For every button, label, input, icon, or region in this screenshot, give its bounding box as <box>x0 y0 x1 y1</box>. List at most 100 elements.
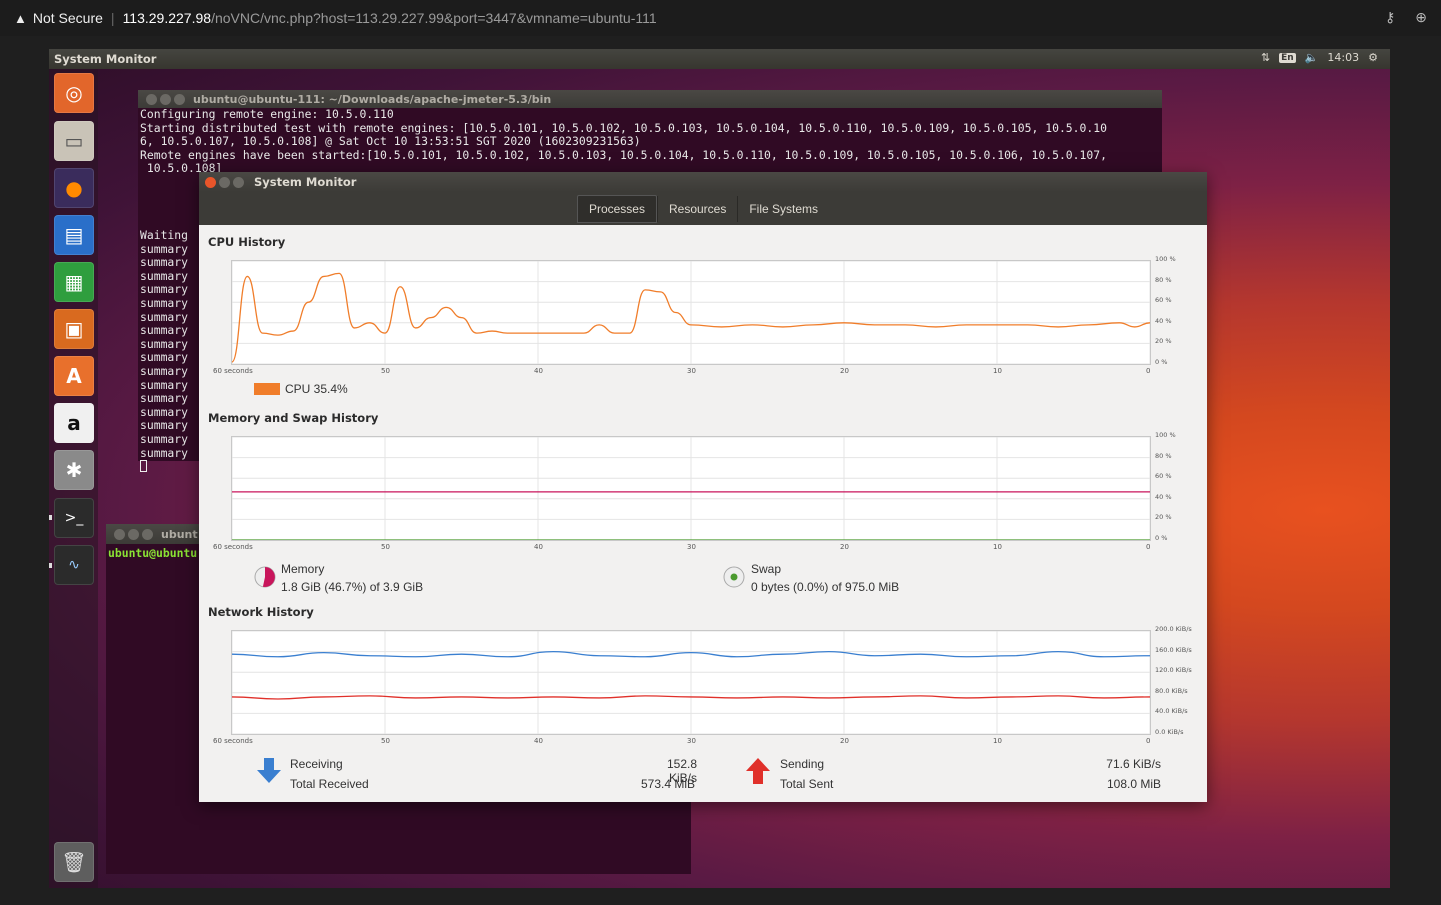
memory-value: 1.8 GiB (46.7%) of 3.9 GiB <box>281 580 424 594</box>
network-icon[interactable]: ⇅ <box>1261 51 1270 64</box>
x-tick-label: 30 <box>687 543 696 551</box>
minimize-icon[interactable] <box>160 93 171 105</box>
terminal-line: summary <box>140 309 189 324</box>
y-tick-label: 0 % <box>1155 358 1168 366</box>
x-tick-label: 30 <box>687 737 696 745</box>
maximize-icon[interactable] <box>233 176 244 188</box>
clock[interactable]: 14:03 <box>1327 51 1359 64</box>
terminal-icon[interactable]: >_ <box>54 498 94 538</box>
x-tick-label: 20 <box>840 737 849 745</box>
tab-file-systems[interactable]: File Systems <box>737 195 829 222</box>
zoom-icon[interactable]: ⊕ <box>1415 9 1427 26</box>
minimize-icon[interactable] <box>128 528 139 540</box>
y-tick-label: 60 % <box>1155 472 1172 481</box>
x-tick-label: 10 <box>993 543 1002 551</box>
x-tick-label: 20 <box>840 367 849 375</box>
network-history-heading: Network History <box>208 605 314 619</box>
ubuntu-desktop: System Monitor ⇅ En 🔈 14:03 ⚙ ◎ ▭ ● ▤ ▦ … <box>49 49 1390 888</box>
ubuntu-dash-icon[interactable]: ◎ <box>54 73 94 113</box>
url-path[interactable]: /noVNC/vnc.php?host=113.29.227.99&port=3… <box>211 10 657 26</box>
memory-label: Memory <box>281 562 325 576</box>
files-icon[interactable]: ▭ <box>54 121 94 161</box>
y-tick-label: 80 % <box>1155 275 1172 284</box>
x-tick-label: 10 <box>993 737 1002 745</box>
terminal-line: summary <box>140 336 189 351</box>
total-sent-label: Total Sent <box>780 777 834 791</box>
firefox-icon[interactable]: ● <box>54 168 94 208</box>
terminal-line: summary <box>140 431 189 446</box>
terminal-line: summary <box>140 377 189 392</box>
sending-label: Sending <box>780 757 825 771</box>
y-tick-label: 120.0 KiB/s <box>1155 666 1192 675</box>
x-tick-label: 50 <box>381 367 390 375</box>
cpu-legend-label: CPU 35.4% <box>285 382 348 396</box>
terminal-line: summary <box>140 363 189 378</box>
swap-pie-icon[interactable] <box>723 566 745 588</box>
volume-icon[interactable]: 🔈 <box>1305 51 1319 64</box>
sending-rate: 71.6 KiB/s <box>1106 757 1161 771</box>
terminal-titlebar[interactable]: ubuntu@ubuntu-111: ~/Downloads/apache-jm… <box>138 90 1162 108</box>
total-received-value: 573.4 MiB <box>640 777 695 791</box>
tab-resources[interactable]: Resources <box>656 195 737 222</box>
y-tick-label: 40 % <box>1155 316 1172 325</box>
keyboard-layout-indicator[interactable]: En <box>1279 52 1296 63</box>
impress-icon[interactable]: ▣ <box>54 309 94 349</box>
software-center-icon[interactable]: A <box>54 356 94 396</box>
amazon-icon[interactable]: a <box>54 403 94 443</box>
system-monitor-window[interactable]: System Monitor Processes Resources File … <box>199 172 1207 802</box>
terminal-line: summary <box>140 241 189 256</box>
y-tick-label: 80 % <box>1155 451 1172 460</box>
x-tick-label: 20 <box>840 543 849 551</box>
terminal-line: Waiting <box>140 228 189 242</box>
warning-icon: ▲ <box>14 10 27 26</box>
y-tick-label: 60 % <box>1155 296 1172 305</box>
url-host[interactable]: 113.29.227.98 <box>123 10 212 26</box>
y-tick-label: 100 % <box>1155 255 1176 263</box>
calc-icon[interactable]: ▦ <box>54 262 94 302</box>
x-tick-label: 30 <box>687 367 696 375</box>
memory-pie-icon[interactable] <box>254 566 276 588</box>
active-app-title: System Monitor <box>54 52 157 66</box>
maximize-icon[interactable] <box>174 93 185 105</box>
system-settings-icon[interactable]: ✱ <box>54 450 94 490</box>
x-tick-label: 0 <box>1146 737 1151 745</box>
settings-gear-icon[interactable]: ⚙ <box>1368 51 1378 64</box>
terminal-cursor <box>140 460 147 473</box>
y-tick-label: 40.0 KiB/s <box>1155 707 1188 716</box>
close-icon[interactable] <box>205 176 216 188</box>
terminal-line: summary <box>140 295 189 310</box>
total-sent-value: 108.0 MiB <box>1106 777 1161 791</box>
window-title: System Monitor <box>254 175 357 189</box>
y-tick-label: 200.0 KiB/s <box>1155 625 1192 633</box>
key-icon[interactable]: ⚷ <box>1385 9 1395 26</box>
y-tick-label: 20 % <box>1155 337 1172 346</box>
tab-processes[interactable]: Processes <box>576 194 657 223</box>
close-icon[interactable] <box>114 528 125 540</box>
browser-address-bar[interactable]: ▲ Not Secure | 113.29.227.98/noVNC/vnc.p… <box>0 0 1441 36</box>
cpu-graph <box>231 260 1151 365</box>
sending-arrow-icon[interactable] <box>746 758 770 784</box>
trash-icon[interactable]: 🗑 <box>54 842 94 882</box>
launcher-dock: ◎ ▭ ● ▤ ▦ ▣ A a ✱ >_ ∿ 🗑 <box>49 69 98 888</box>
close-icon[interactable] <box>146 93 157 105</box>
system-monitor-titlebar[interactable]: System Monitor <box>199 172 1207 192</box>
running-indicator <box>49 563 52 568</box>
terminal-line: summary <box>140 323 189 338</box>
terminal-line: summary <box>140 350 189 365</box>
y-tick-label: 80.0 KiB/s <box>1155 686 1188 695</box>
system-monitor-icon[interactable]: ∿ <box>54 545 94 585</box>
terminal-title: ubuntu@ubuntu-111: ~/Downloads/apache-jm… <box>193 92 552 106</box>
receiving-label: Receiving <box>290 757 343 771</box>
tab-bar: Processes Resources File Systems <box>199 192 1207 225</box>
x-tick-label: 40 <box>534 543 543 551</box>
divider: | <box>110 10 115 26</box>
cpu-color-swatch[interactable] <box>254 383 280 395</box>
maximize-icon[interactable] <box>142 528 153 540</box>
x-tick-label: 50 <box>381 543 390 551</box>
terminal-line: summary <box>140 282 189 297</box>
x-tick-label: 60 seconds <box>213 367 253 375</box>
writer-icon[interactable]: ▤ <box>54 215 94 255</box>
receiving-arrow-icon[interactable] <box>257 758 281 784</box>
swap-label: Swap <box>751 562 782 576</box>
minimize-icon[interactable] <box>219 176 230 188</box>
